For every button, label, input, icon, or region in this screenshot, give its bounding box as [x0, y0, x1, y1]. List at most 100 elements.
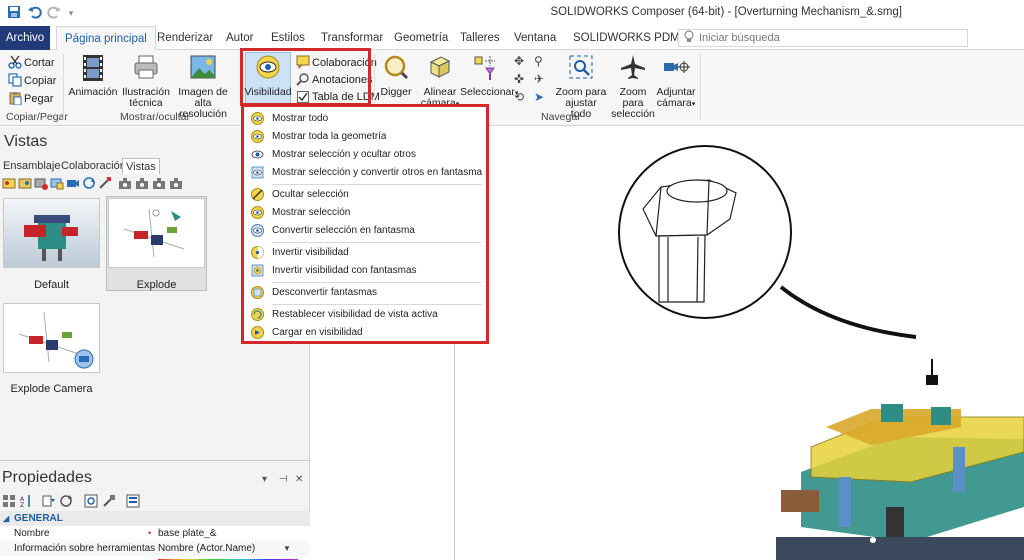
tab-transformar[interactable]: Transformar	[321, 26, 383, 50]
categorized-icon[interactable]	[2, 494, 16, 508]
collapse-icon[interactable]: ◢	[3, 511, 9, 526]
undo-icon[interactable]	[27, 5, 43, 21]
customize-qat-icon[interactable]: ▾	[63, 5, 79, 21]
hide-eye-icon	[251, 188, 264, 201]
group-separator	[700, 54, 701, 120]
tab-renderizar[interactable]: Renderizar	[157, 26, 213, 50]
align-camera-button[interactable]: Alinear cámara▾	[420, 54, 460, 110]
menu-item-reset-view-visibility[interactable]: Restablecer visibilidad de vista activa	[244, 306, 486, 323]
menu-item-show-selection-hide-others[interactable]: Mostrar selección y ocultar otros	[244, 146, 486, 163]
scissors-icon	[8, 55, 22, 69]
tab-pagina-principal[interactable]: Página principal	[56, 26, 156, 51]
eyedropper-icon[interactable]	[102, 494, 116, 508]
invert-ghost-icon	[251, 264, 264, 277]
view-camera-icon[interactable]	[66, 176, 80, 190]
paint-brush-icon[interactable]	[98, 176, 112, 190]
properties-close-icon[interactable]: ✕	[295, 474, 303, 485]
menu-item-hide-selection[interactable]: Ocultar selección	[244, 186, 486, 203]
animation-button[interactable]: Animación	[68, 54, 118, 98]
cut-button[interactable]: Cortar	[8, 54, 55, 72]
create-view-icon[interactable]	[2, 176, 16, 190]
properties-options-icon[interactable]: ▾	[262, 474, 267, 485]
tab-talleres[interactable]: Talleres	[460, 26, 500, 50]
select-button[interactable]: Seleccionar▾	[460, 54, 518, 99]
camera-view-icon-3[interactable]	[152, 176, 166, 190]
callout-leader-line	[779, 285, 917, 339]
view-thumbnail-explode[interactable]	[108, 198, 205, 268]
attach-camera-button[interactable]: Adjuntar cámara▾	[656, 54, 696, 110]
view-thumbnail-default[interactable]	[3, 198, 100, 268]
menu-item-invert-visibility-ghosts[interactable]: Invertir visibilidad con fantasmas	[244, 262, 486, 279]
zoom-icon[interactable]: ⚲	[534, 54, 543, 68]
tab-estilos[interactable]: Estilos	[271, 26, 305, 50]
turntable-icon[interactable]: ⟲	[514, 90, 524, 104]
explode-view-preview	[109, 199, 204, 267]
menu-item-invert-visibility[interactable]: Invertir visibilidad	[244, 244, 486, 261]
menu-item-ghost-selection[interactable]: Convertir selección en fantasma	[244, 222, 486, 239]
ribbon: Cortar Copiar Pegar Copiar/Pegar Animaci…	[0, 48, 1024, 126]
delete-view-icon[interactable]	[34, 176, 48, 190]
fly-icon[interactable]: ✈	[534, 72, 544, 86]
view-properties-icon[interactable]	[50, 176, 64, 190]
menu-item-show-all[interactable]: Mostrar todo	[244, 110, 486, 127]
view-thumbnail-explode-camera[interactable]	[3, 303, 100, 373]
menu-item-show-selection[interactable]: Mostrar selección	[244, 204, 486, 221]
menu-item-show-all-geometry[interactable]: Mostrar toda la geometría	[244, 128, 486, 145]
load-eye-icon	[251, 326, 264, 339]
refresh-icon[interactable]	[59, 494, 73, 508]
tab-geometria[interactable]: Geometría	[394, 26, 448, 50]
eye-icon	[251, 130, 264, 143]
menu-separator	[272, 184, 482, 185]
tab-ventana[interactable]: Ventana	[514, 26, 556, 50]
eye-icon	[251, 112, 264, 125]
subtab-colaboracion[interactable]: Colaboración	[61, 158, 126, 174]
subtab-ensamblaje[interactable]: Ensamblaje	[3, 158, 60, 174]
view-cycle-icon[interactable]	[82, 176, 96, 190]
rotate-icon[interactable]: ✥	[514, 54, 524, 68]
property-row-tooltip[interactable]: Información sobre herramientas Nombre (A…	[0, 541, 310, 556]
export-properties-icon[interactable]	[126, 494, 140, 508]
camera-view-icon-1[interactable]	[118, 176, 132, 190]
tab-autor[interactable]: Autor	[226, 26, 254, 50]
properties-section-general[interactable]: ◢ GENERAL	[0, 511, 310, 526]
reset-eye-icon	[251, 308, 264, 321]
digger-button[interactable]: Digger	[378, 54, 414, 98]
view-label-explode-camera: Explode Camera	[10, 383, 93, 395]
eye-icon	[251, 206, 264, 219]
properties-pin-icon[interactable]: ⊣	[279, 474, 288, 485]
cube-icon	[425, 54, 455, 84]
tab-solidworks-pdm[interactable]: SOLIDWORKS PDM	[573, 26, 680, 50]
property-row-color[interactable]	[0, 556, 310, 560]
camera-view-icon-4[interactable]	[169, 176, 183, 190]
camera-target-icon	[661, 54, 691, 84]
reset-icon[interactable]	[84, 494, 98, 508]
camera-view-icon-2[interactable]	[135, 176, 149, 190]
menu-item-load-in-visibility[interactable]: Cargar en visibilidad	[244, 324, 486, 341]
filter-icon[interactable]	[42, 494, 56, 508]
subtab-vistas[interactable]: Vistas	[122, 158, 160, 174]
property-row-name[interactable]: Nombre • base plate_&	[0, 526, 310, 541]
menu-item-show-selection-ghost-others[interactable]: Mostrar selección y convertir otros en f…	[244, 164, 486, 181]
redo-icon[interactable]	[46, 5, 62, 21]
update-view-icon[interactable]	[18, 176, 32, 190]
explode-camera-view-preview	[4, 304, 99, 372]
menu-separator	[272, 282, 482, 283]
walk-icon[interactable]: ➤	[534, 90, 544, 104]
tab-archivo[interactable]: Archivo	[0, 26, 50, 50]
zoom-selection-button[interactable]: Zoom para selección	[609, 54, 657, 120]
pan-icon[interactable]: ✜	[514, 72, 524, 86]
ghost-eye-icon	[251, 166, 264, 179]
paste-button[interactable]: Pegar	[8, 90, 53, 108]
search-input[interactable]: Iniciar búsqueda	[678, 29, 968, 47]
visibility-highlight-box	[240, 48, 371, 106]
save-icon[interactable]	[6, 5, 22, 21]
sort-az-icon[interactable]: AZ	[19, 494, 33, 509]
technical-illustration-button[interactable]: Ilustración técnica	[120, 54, 172, 109]
zoom-extents-icon	[566, 54, 596, 84]
window-title: SOLIDWORKS Composer (64-bit) - [Overturn…	[550, 6, 903, 18]
dropdown-arrow-icon[interactable]: ▼	[283, 541, 291, 556]
film-icon	[78, 54, 108, 84]
menu-item-unghost[interactable]: Desconvertir fantasmas	[244, 284, 486, 301]
menu-separator	[272, 304, 482, 305]
copy-button[interactable]: Copiar	[8, 72, 56, 90]
